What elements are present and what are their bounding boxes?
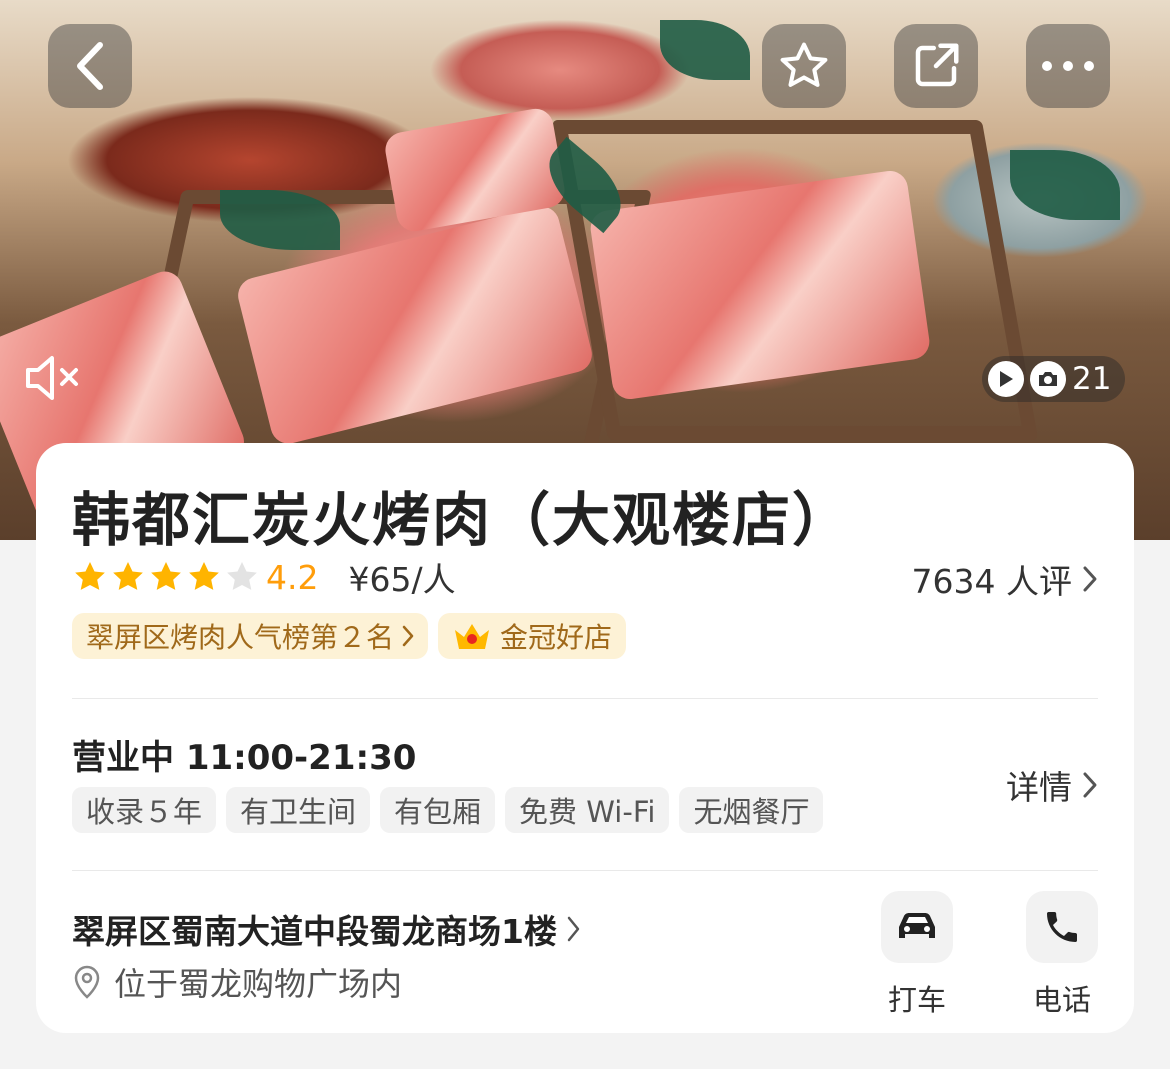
chevron-right-icon <box>1083 566 1097 592</box>
favorite-button[interactable] <box>762 24 846 108</box>
taxi-label: 打车 <box>887 983 946 1017</box>
chevron-right-icon <box>567 916 580 942</box>
chevron-left-icon <box>77 42 103 90</box>
car-icon <box>881 891 953 963</box>
facility-tag: 无烟餐厅 <box>679 787 824 833</box>
address-text: 翠屏区蜀南大道中段蜀龙商场1楼 <box>72 912 557 951</box>
crown-icon <box>455 624 490 649</box>
review-count: 7634 人评 <box>911 562 1072 601</box>
media-count-badge[interactable]: 21 <box>982 356 1126 402</box>
location-note: 位于蜀龙购物广场内 <box>72 959 402 1005</box>
more-button[interactable] <box>1026 24 1110 108</box>
rating-row: 4.2 ¥65/人 7634 人评 <box>72 555 1098 601</box>
star-empty-icon <box>227 562 257 590</box>
shop-name: 韩都汇炭火烤肉（大观楼店） <box>72 486 853 554</box>
mute-button[interactable] <box>24 352 84 404</box>
more-dots-icon <box>1042 61 1094 71</box>
speaker-muted-icon <box>26 356 78 400</box>
taxi-button[interactable]: 打车 <box>872 891 962 1019</box>
media-count: 21 <box>1072 361 1112 397</box>
facility-tag: 有包厢 <box>380 787 496 833</box>
phone-label: 电话 <box>1032 983 1091 1017</box>
share-button[interactable] <box>894 24 978 108</box>
play-icon <box>988 361 1024 397</box>
facility-tag: 有卫生间 <box>226 787 371 833</box>
address-link[interactable]: 翠屏区蜀南大道中段蜀龙商场1楼 <box>72 905 581 953</box>
phone-button[interactable]: 电话 <box>1017 891 1107 1019</box>
star-outline-icon <box>780 42 828 87</box>
star-rating <box>72 559 260 595</box>
average-price: ¥65/人 <box>348 560 456 599</box>
star-filled-icon <box>151 562 181 590</box>
decor-leaf <box>1010 150 1120 220</box>
rating-score: 4.2 <box>266 557 319 597</box>
phone-icon <box>1026 891 1098 963</box>
crown-text: 金冠好店 <box>500 621 613 654</box>
ranking-text: 翠屏区烤肉人气榜第２名 <box>86 621 395 654</box>
badge-row: 翠屏区烤肉人气榜第２名 金冠好店 <box>72 613 627 659</box>
details-label: 详情 <box>1006 768 1072 807</box>
details-link[interactable]: 详情 <box>1006 761 1098 809</box>
facility-tags: 收录５年 有卫生间 有包厢 免费 Wi-Fi 无烟餐厅 <box>72 787 824 833</box>
star-filled-icon <box>113 562 143 590</box>
ranking-badge[interactable]: 翠屏区烤肉人气榜第２名 <box>72 613 429 659</box>
map-pin-icon <box>74 965 100 999</box>
chevron-right-icon <box>1083 772 1097 798</box>
review-count-link[interactable]: 7634 人评 <box>912 555 1098 603</box>
divider <box>72 870 1098 871</box>
share-icon <box>915 43 959 87</box>
star-filled-icon <box>75 562 105 590</box>
chevron-right-icon <box>402 625 414 647</box>
business-hours: 营业中 11:00-21:30 <box>72 738 417 778</box>
gold-crown-badge[interactable]: 金冠好店 <box>438 613 627 659</box>
facility-tag: 免费 Wi-Fi <box>505 787 670 833</box>
camera-icon <box>1030 361 1066 397</box>
divider <box>72 698 1098 699</box>
back-button[interactable] <box>48 24 132 108</box>
shop-info-card: 韩都汇炭火烤肉（大观楼店） 4.2 ¥65/人 7634 人评 翠屏区烤肉人气榜… <box>36 443 1134 1033</box>
star-filled-icon <box>189 562 219 590</box>
location-text: 位于蜀龙购物广场内 <box>114 965 403 1003</box>
facility-tag: 收录５年 <box>72 787 217 833</box>
decor-leaf <box>660 20 750 80</box>
